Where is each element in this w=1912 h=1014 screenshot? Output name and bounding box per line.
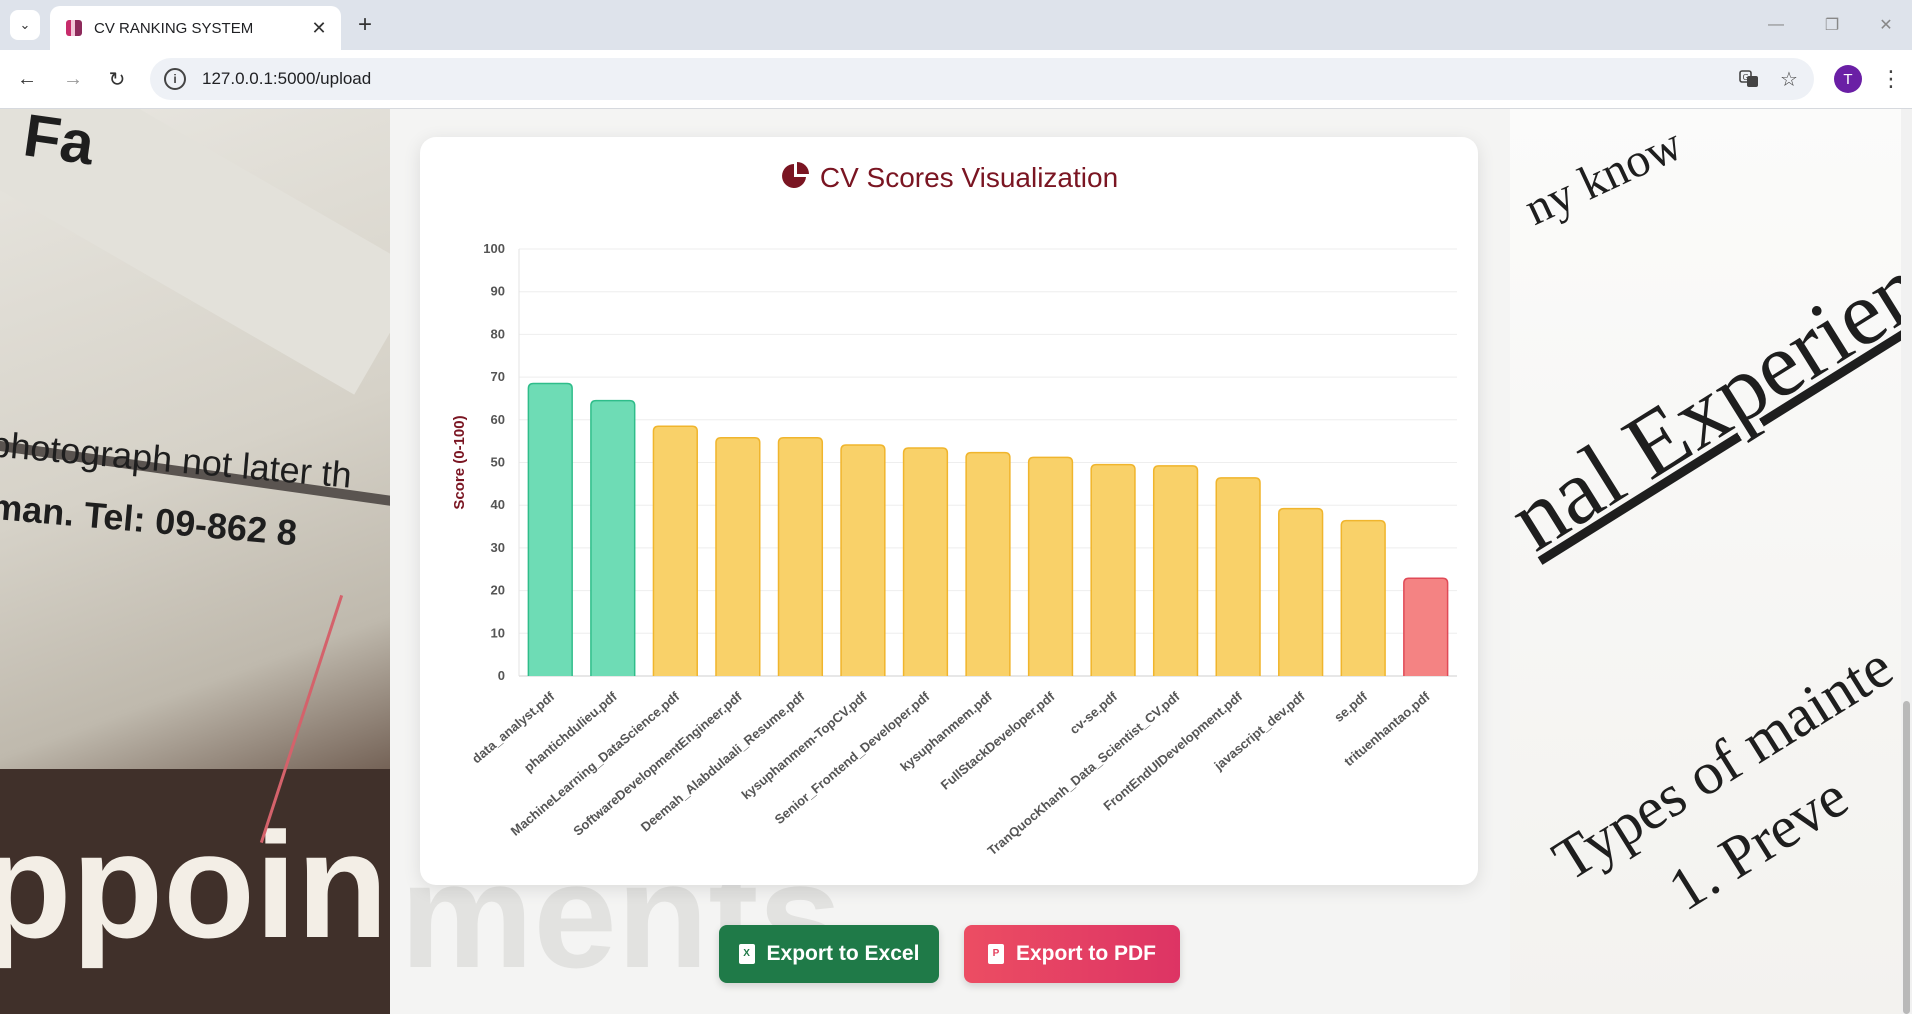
- y-tick-label: 70: [491, 369, 505, 384]
- bar: [1027, 456, 1074, 676]
- y-tick-label: 90: [491, 284, 505, 299]
- y-axis-title: Score (0-100): [451, 415, 468, 509]
- bar: [1278, 507, 1324, 676]
- bar: [1152, 465, 1199, 676]
- bar: [902, 447, 949, 676]
- pdf-file-icon: P: [988, 944, 1004, 964]
- chart-card: CV Scores Visualization 0 10 20 30 40 50 60 70 8…: [420, 137, 1478, 885]
- bar: [1215, 477, 1261, 676]
- y-tick-label: 40: [491, 497, 505, 512]
- browser-toolbar: ← → ↻ i 127.0.0.1:5000/upload G ☆ T ⋮: [0, 50, 1912, 109]
- forward-icon[interactable]: →: [58, 64, 88, 94]
- translate-icon[interactable]: G: [1734, 64, 1764, 94]
- url-text[interactable]: 127.0.0.1:5000/upload: [202, 69, 1734, 89]
- bar: [840, 444, 886, 676]
- background-text: nal Experienc: [1510, 214, 1901, 570]
- tab-strip: ⌄ CV RANKING SYSTEM ✕ + — ❐ ✕: [0, 0, 1912, 50]
- x-tick-label: FullStackDeveloper.pdf: [938, 688, 1058, 792]
- x-tick-label: se.pdf: [1331, 688, 1370, 725]
- bar: [777, 436, 824, 676]
- export-excel-button[interactable]: X Export to Excel: [719, 925, 939, 983]
- background-text: Fa: [19, 109, 99, 178]
- bar: [1090, 463, 1136, 676]
- bar-chart: 0102030405060708090100Score (0-100)data_…: [451, 241, 1457, 858]
- tab-list-icon[interactable]: ⌄: [10, 10, 40, 40]
- export-excel-label: Export to Excel: [766, 942, 920, 965]
- page-viewport: Fa photograph not later th man. Tel: 09-…: [0, 109, 1901, 1014]
- bar: [965, 451, 1011, 676]
- bookmark-star-icon[interactable]: ☆: [1774, 64, 1804, 94]
- site-info-icon[interactable]: i: [164, 68, 186, 90]
- restore-icon[interactable]: ❐: [1812, 10, 1852, 40]
- bar: [1340, 519, 1386, 676]
- bar: [1403, 577, 1449, 676]
- minimize-icon[interactable]: —: [1756, 10, 1796, 40]
- reload-icon[interactable]: ↻: [102, 64, 132, 94]
- background-photo-right: ny know nal Experienc Types of mainte 1.…: [1510, 109, 1901, 1014]
- x-tick-label: cv-se.pdf: [1067, 688, 1121, 737]
- bar: [652, 425, 698, 676]
- background-text: photograph not later th: [0, 423, 354, 496]
- background-text: ppointm: [0, 801, 390, 969]
- y-tick-label: 100: [483, 241, 505, 256]
- y-tick-label: 50: [491, 455, 505, 470]
- bar: [715, 436, 761, 676]
- avatar[interactable]: T: [1834, 65, 1862, 93]
- kebab-menu-icon[interactable]: ⋮: [1876, 64, 1906, 94]
- plus-icon[interactable]: +: [350, 10, 380, 40]
- scrollbar-thumb[interactable]: [1903, 701, 1910, 1014]
- export-pdf-label: Export to PDF: [1016, 942, 1156, 965]
- tab-title: CV RANKING SYSTEM: [94, 19, 254, 37]
- bar: [590, 399, 636, 676]
- y-tick-label: 20: [491, 583, 505, 598]
- y-tick-label: 10: [491, 625, 505, 640]
- back-icon[interactable]: ←: [12, 64, 42, 94]
- y-tick-label: 80: [491, 326, 505, 341]
- page-scrollbar[interactable]: [1901, 109, 1912, 1014]
- address-bar[interactable]: i 127.0.0.1:5000/upload G ☆: [150, 58, 1814, 100]
- background-text: ny know: [1516, 117, 1691, 236]
- export-pdf-button[interactable]: P Export to PDF: [964, 925, 1180, 983]
- favicon-icon: [66, 20, 82, 36]
- bar: [527, 382, 573, 676]
- excel-file-icon: X: [738, 944, 755, 964]
- y-tick-label: 60: [491, 412, 505, 427]
- close-icon[interactable]: ✕: [307, 16, 331, 40]
- y-tick-label: 0: [498, 668, 505, 683]
- svg-text:G: G: [1743, 73, 1749, 82]
- x-tick-label: kysuphanmem-TopCV.pdf: [738, 688, 870, 802]
- background-text: man. Tel: 09-862 8: [0, 485, 299, 554]
- active-tab[interactable]: CV RANKING SYSTEM ✕: [50, 6, 341, 50]
- y-tick-label: 30: [491, 540, 505, 555]
- close-window-icon[interactable]: ✕: [1866, 10, 1906, 40]
- background-photo-left: Fa photograph not later th man. Tel: 09-…: [0, 109, 390, 1014]
